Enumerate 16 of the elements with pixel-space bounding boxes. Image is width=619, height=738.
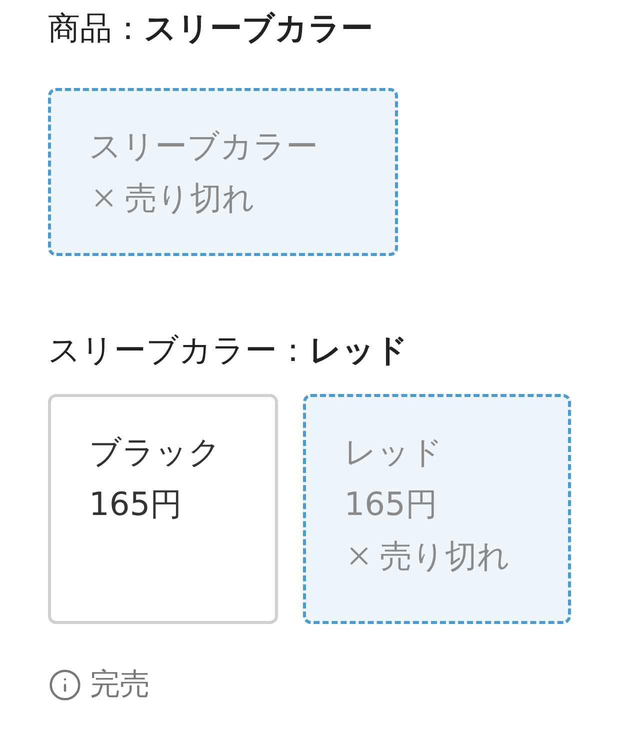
color-value: レッド	[309, 330, 408, 371]
sold-out-label: 売り切れ	[125, 178, 255, 219]
product-label: 商品：	[48, 8, 144, 49]
color-label: スリーブカラー：	[48, 330, 309, 371]
option-name: ブラック	[89, 432, 222, 473]
option-name: スリーブカラー	[89, 126, 319, 167]
info-icon	[48, 668, 82, 702]
option-card[interactable]: スリーブカラー 売り切れ	[48, 88, 398, 256]
option-price: 165円	[344, 484, 438, 525]
option-name: レッド	[344, 432, 444, 473]
notice-text: 完売	[90, 666, 150, 704]
option-price: 165円	[89, 484, 184, 525]
option-card[interactable]: ブラック 165円	[48, 394, 278, 624]
product-value: スリーブカラー	[144, 8, 373, 49]
option-card[interactable]: レッド 165円 売り切れ	[303, 394, 571, 624]
sold-out-label: 売り切れ	[380, 536, 510, 577]
